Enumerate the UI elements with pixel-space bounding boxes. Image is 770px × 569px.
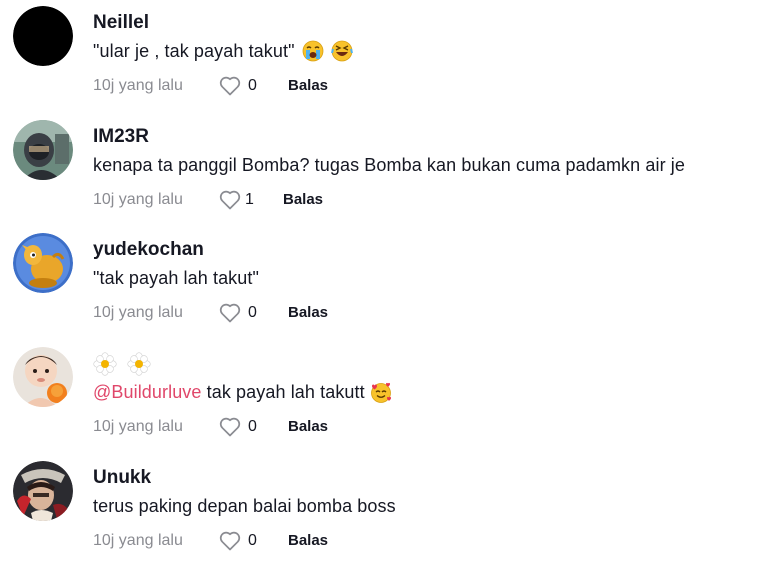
comment-text: "ular je , tak payah takut" <box>93 39 353 63</box>
crying-face-emoji <box>302 40 324 62</box>
comment-text: @Buildurluve tak payah lah takutt <box>93 380 392 404</box>
like-count: 0 <box>248 532 257 549</box>
like-count: 0 <box>248 418 257 435</box>
smiling-hearts-emoji <box>370 382 391 403</box>
timestamp: 10j yang lalu <box>93 191 183 208</box>
comment-item: yudekochan "tak payah lah takut" 10j yan… <box>0 227 770 341</box>
comment-item: @Buildurluve tak payah lah takutt 10j ya… <box>0 341 770 455</box>
reply-button[interactable]: Balas <box>288 74 328 98</box>
comment-body: "ular je , tak payah takut" <box>93 41 295 61</box>
comment-body: kenapa ta panggil Bomba? tugas Bomba kan… <box>93 155 685 175</box>
username[interactable]: Neillel <box>93 11 149 35</box>
mention-link[interactable]: @Buildurluve <box>93 382 202 402</box>
avatar[interactable] <box>13 461 73 521</box>
like-count: 1 <box>245 191 254 208</box>
comment-body: tak payah lah takutt <box>201 382 365 402</box>
comment-item: IM23R kenapa ta panggil Bomba? tugas Bom… <box>0 114 770 228</box>
username[interactable]: Unukk <box>93 466 151 490</box>
reply-button[interactable]: Balas <box>283 188 323 212</box>
like-count: 0 <box>248 304 257 321</box>
reply-button[interactable]: Balas <box>288 301 328 325</box>
comment-body: terus paking depan balai bomba boss <box>93 496 396 516</box>
heart-icon[interactable] <box>218 529 242 553</box>
comment-list: Neillel "ular je , tak payah takut" 10j … <box>0 0 770 566</box>
heart-icon[interactable] <box>218 188 242 212</box>
avatar[interactable] <box>13 120 73 180</box>
flower-icon <box>127 352 152 376</box>
heart-icon[interactable] <box>218 415 242 439</box>
flower-icon <box>93 352 117 376</box>
comment-text: kenapa ta panggil Bomba? tugas Bomba kan… <box>93 153 685 177</box>
comment-text: terus paking depan balai bomba boss <box>93 494 396 518</box>
username[interactable]: IM23R <box>93 125 149 149</box>
username[interactable]: yudekochan <box>93 238 204 262</box>
rolling-laughing-emoji <box>330 40 353 62</box>
timestamp: 10j yang lalu <box>93 532 183 549</box>
comment-body: "tak payah lah takut" <box>93 268 259 288</box>
timestamp: 10j yang lalu <box>93 77 183 94</box>
like-count: 0 <box>248 77 257 94</box>
avatar[interactable] <box>13 347 73 407</box>
username[interactable] <box>93 352 157 376</box>
avatar[interactable] <box>13 6 73 66</box>
reply-button[interactable]: Balas <box>288 529 328 553</box>
avatar[interactable] <box>13 233 73 293</box>
comment-item: Neillel "ular je , tak payah takut" 10j … <box>0 0 770 114</box>
reply-button[interactable]: Balas <box>288 415 328 439</box>
heart-icon[interactable] <box>218 74 242 98</box>
timestamp: 10j yang lalu <box>93 418 183 435</box>
timestamp: 10j yang lalu <box>93 304 183 321</box>
comment-item: Unukk terus paking depan balai bomba bos… <box>0 455 770 569</box>
heart-icon[interactable] <box>218 301 242 325</box>
comment-text: "tak payah lah takut" <box>93 266 259 290</box>
